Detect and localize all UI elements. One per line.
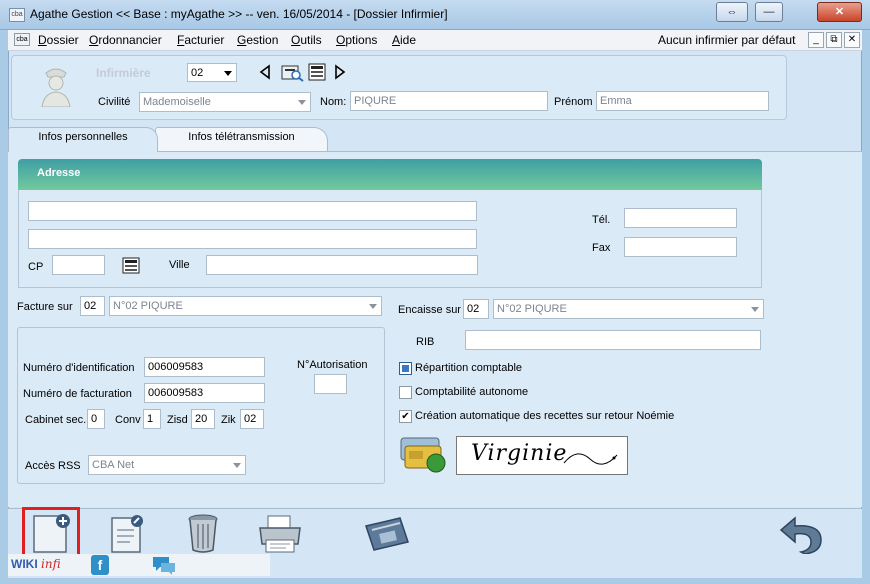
cp-label: CP bbox=[28, 261, 44, 273]
trash-icon[interactable] bbox=[185, 512, 221, 554]
window-title: Agathe Gestion << Base : myAgathe >> -- … bbox=[30, 7, 448, 21]
vitale-card-icon[interactable] bbox=[399, 436, 449, 474]
repartition-comptable-checkbox[interactable] bbox=[399, 362, 412, 375]
fax-label: Fax bbox=[592, 242, 611, 254]
menu-dossier[interactable]: Dossier bbox=[38, 33, 79, 47]
signature-text: Virginie bbox=[471, 441, 568, 466]
prenom-label: Prénom bbox=[554, 96, 593, 108]
default-nurse-status: Aucun infirmier par défaut bbox=[658, 33, 796, 47]
nurse-number-select[interactable]: 02 bbox=[187, 63, 237, 82]
zisd-label: Zisd bbox=[167, 414, 188, 426]
cp-lookup-icon[interactable] bbox=[122, 257, 140, 274]
tel-label: Tél. bbox=[592, 214, 611, 226]
civility-select[interactable]: Mademoiselle bbox=[139, 92, 311, 112]
menu-facturier[interactable]: Facturier bbox=[177, 33, 224, 47]
app-icon: cba bbox=[9, 8, 25, 22]
window-titlebar: cba Agathe Gestion << Base : myAgathe >>… bbox=[0, 0, 870, 30]
minimize-window-button[interactable]: — bbox=[755, 2, 783, 22]
menu-aide[interactable]: Aide bbox=[392, 33, 416, 47]
num-id-field[interactable]: 006009583 bbox=[144, 357, 265, 377]
cabinet-field[interactable]: 0 bbox=[87, 409, 105, 429]
tab-infos-teletransmission[interactable]: Infos télétransmission bbox=[155, 127, 328, 151]
address-group-header: Adresse bbox=[18, 159, 762, 190]
encaisse-sur-select[interactable]: N°02 PIQURE bbox=[493, 299, 764, 319]
calculator-icon[interactable] bbox=[307, 63, 327, 81]
nom-field[interactable]: PIQURE bbox=[350, 91, 548, 111]
mdi-close-button[interactable]: ✕ bbox=[844, 32, 860, 48]
role-label: Infirmière bbox=[96, 66, 151, 80]
menu-ordonnancier[interactable]: Ordonnancier bbox=[89, 33, 162, 47]
rss-label: Accès RSS bbox=[25, 460, 81, 472]
facebook-icon[interactable]: f bbox=[91, 555, 109, 575]
menu-gestion[interactable]: Gestion bbox=[237, 33, 278, 47]
cabinet-label: Cabinet sec. bbox=[25, 414, 87, 426]
tel-field[interactable] bbox=[624, 208, 737, 228]
conv-label: Conv bbox=[115, 414, 141, 426]
tab-infos-personnelles[interactable]: Infos personnelles bbox=[8, 127, 158, 152]
doc-icon: cba bbox=[14, 33, 30, 46]
zik-label: Zik bbox=[221, 414, 236, 426]
previous-record-icon[interactable] bbox=[258, 64, 272, 80]
autorisation-field[interactable] bbox=[314, 374, 347, 394]
search-record-icon[interactable] bbox=[280, 62, 304, 82]
card-reader-icon[interactable] bbox=[362, 512, 412, 554]
num-fact-field[interactable]: 006009583 bbox=[144, 383, 265, 403]
wiki-infi-link[interactable]: WIKI infi bbox=[11, 557, 61, 571]
print-icon[interactable] bbox=[256, 512, 304, 554]
encaisse-num-field[interactable]: 02 bbox=[463, 299, 489, 319]
zisd-field[interactable]: 20 bbox=[191, 409, 215, 429]
close-window-button[interactable]: ✕ bbox=[817, 2, 862, 22]
num-id-label: Numéro d'identification bbox=[23, 362, 135, 374]
signature-scribble bbox=[563, 453, 618, 465]
zik-field[interactable]: 02 bbox=[240, 409, 264, 429]
autorisation-label: N°Autorisation bbox=[297, 359, 368, 371]
facture-sur-label: Facture sur bbox=[17, 301, 73, 313]
facture-sur-select[interactable]: N°02 PIQURE bbox=[109, 296, 382, 316]
creation-auto-label: Création automatique des recettes sur re… bbox=[415, 410, 675, 422]
mdi-restore-button[interactable]: ⧉ bbox=[826, 32, 842, 48]
address-line2-field[interactable] bbox=[28, 229, 477, 249]
menu-bar: cba Dossier Ordonnancier Facturier Gesti… bbox=[8, 30, 862, 51]
facture-num-field[interactable]: 02 bbox=[80, 296, 105, 316]
nurse-avatar-icon bbox=[41, 68, 71, 107]
edit-document-icon[interactable] bbox=[108, 512, 148, 554]
signature-box[interactable]: Virginie bbox=[456, 436, 628, 475]
fax-field[interactable] bbox=[624, 237, 737, 257]
civility-label: Civilité bbox=[98, 96, 131, 108]
creation-auto-checkbox[interactable]: ✔ bbox=[399, 410, 412, 423]
rss-select[interactable]: CBA Net bbox=[88, 455, 246, 475]
cp-field[interactable] bbox=[52, 255, 105, 275]
next-record-icon[interactable] bbox=[333, 64, 347, 80]
restore-window-button[interactable]: ⇔ bbox=[716, 2, 748, 22]
encaisse-sur-label: Encaisse sur bbox=[398, 304, 461, 316]
new-document-icon[interactable] bbox=[30, 512, 74, 554]
comptabilite-autonome-checkbox[interactable] bbox=[399, 386, 412, 399]
address-line1-field[interactable] bbox=[28, 201, 477, 221]
conv-field[interactable]: 1 bbox=[143, 409, 161, 429]
repartition-comptable-label: Répartition comptable bbox=[415, 362, 523, 374]
menu-outils[interactable]: Outils bbox=[291, 33, 322, 47]
back-arrow-icon[interactable] bbox=[775, 512, 825, 554]
chat-icon[interactable] bbox=[151, 555, 177, 575]
menu-options[interactable]: Options bbox=[336, 33, 377, 47]
comptabilite-autonome-label: Comptabilité autonome bbox=[415, 386, 529, 398]
rib-label: RIB bbox=[416, 336, 435, 348]
num-fact-label: Numéro de facturation bbox=[23, 388, 132, 400]
rib-field[interactable] bbox=[465, 330, 761, 350]
nom-label: Nom: bbox=[320, 96, 347, 108]
mdi-minimize-button[interactable]: _ bbox=[808, 32, 824, 48]
ville-label: Ville bbox=[169, 259, 190, 271]
ville-field[interactable] bbox=[206, 255, 478, 275]
prenom-field[interactable]: Emma bbox=[596, 91, 769, 111]
